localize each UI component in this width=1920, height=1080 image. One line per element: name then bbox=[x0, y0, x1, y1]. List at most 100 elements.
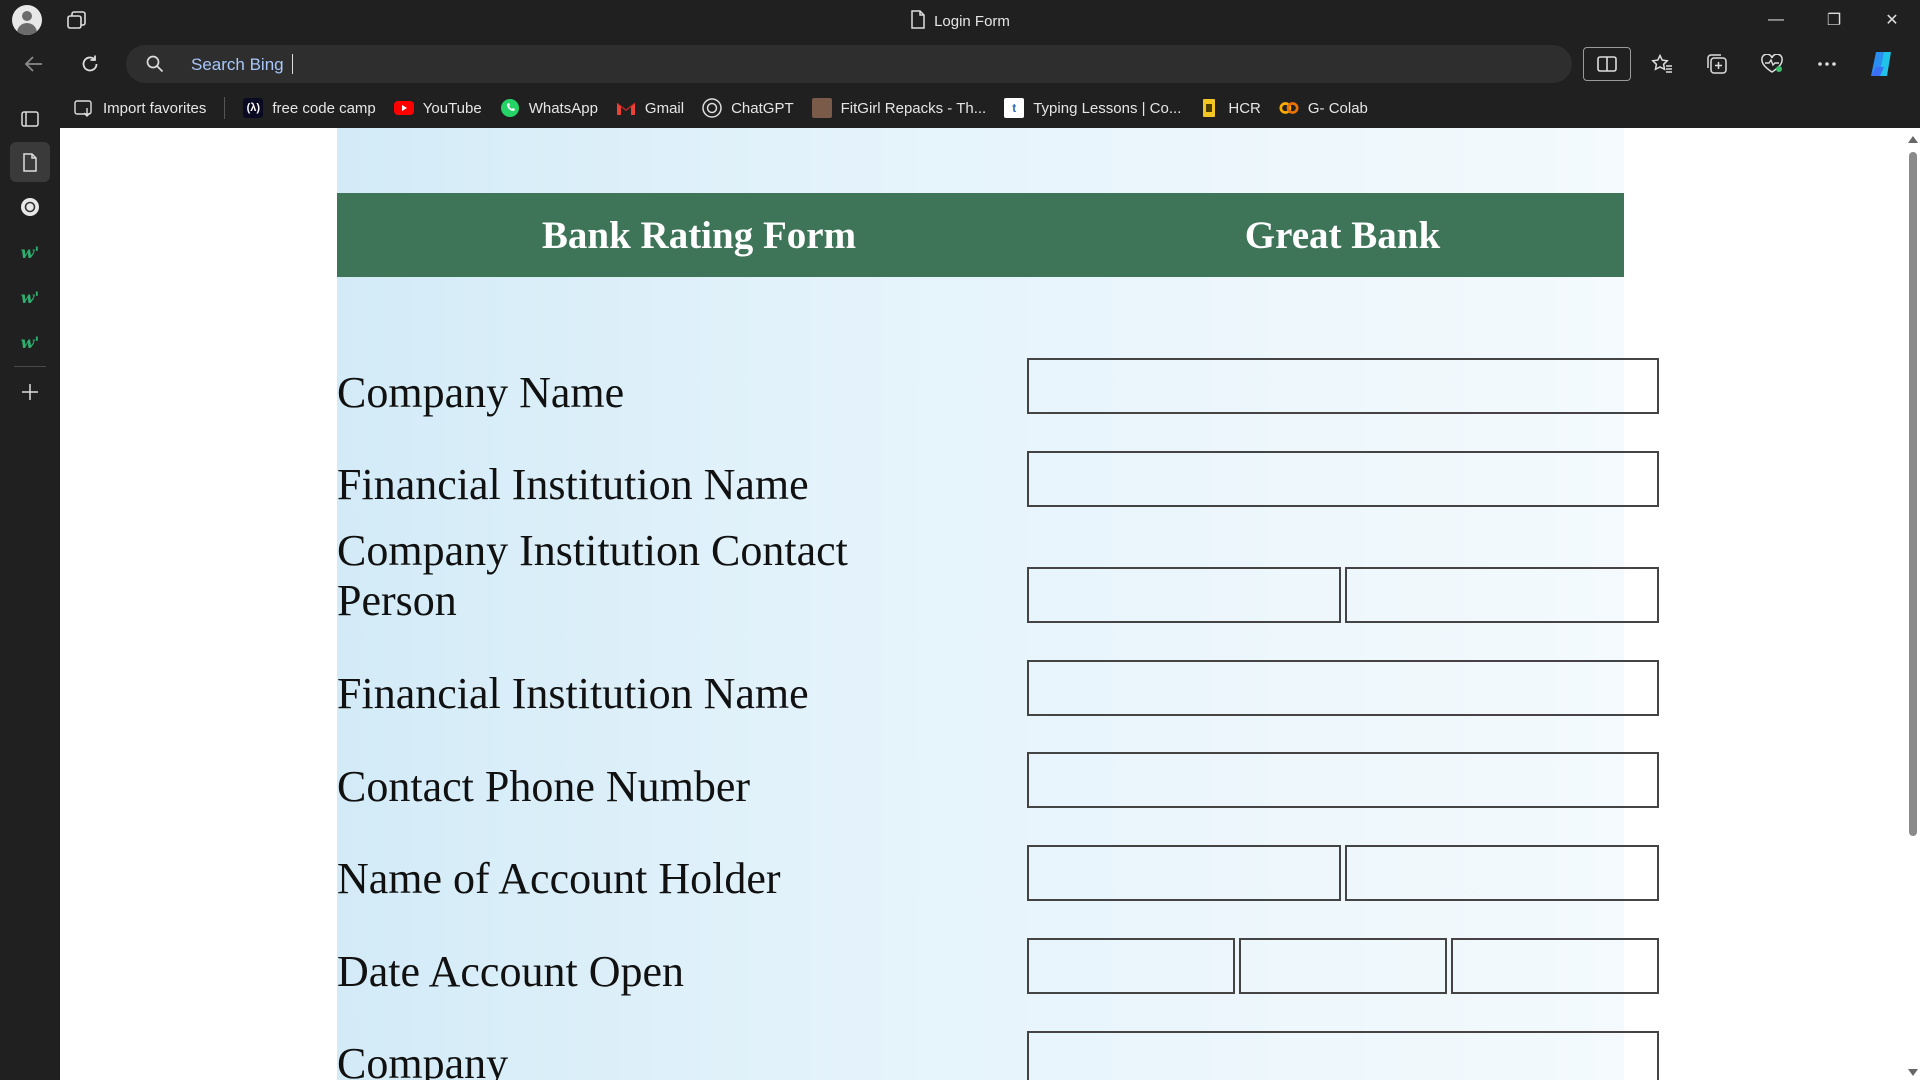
chatgpt-icon bbox=[21, 198, 39, 216]
fitgirl-icon bbox=[811, 98, 832, 118]
financial-institution-name-input[interactable] bbox=[1027, 451, 1659, 507]
split-screen-button[interactable] bbox=[1583, 47, 1631, 81]
browser-essentials-button[interactable] bbox=[1752, 46, 1792, 82]
financial-institution-name-label: Financial Institution Name bbox=[337, 460, 809, 509]
import-icon bbox=[74, 98, 94, 118]
minimize-button[interactable]: — bbox=[1748, 0, 1804, 40]
minimize-icon: — bbox=[1768, 11, 1784, 28]
account-holder-label: Name of Account Holder bbox=[337, 854, 781, 903]
copilot-button[interactable] bbox=[1862, 46, 1902, 82]
plus-icon bbox=[22, 384, 38, 400]
contact-person-first-input[interactable] bbox=[1027, 567, 1341, 623]
w-site-icon: w' bbox=[20, 287, 40, 307]
account-holder-first-input[interactable] bbox=[1027, 845, 1341, 901]
bank-rating-form: Bank Rating Form Great Bank Company Name… bbox=[337, 128, 1659, 1080]
address-placeholder: Search Bing bbox=[191, 55, 284, 74]
favorite-label: Import favorites bbox=[103, 99, 207, 117]
freecodecamp-icon: (λ) bbox=[243, 98, 264, 118]
tab-chatgpt[interactable] bbox=[10, 187, 50, 227]
restore-button[interactable]: ❐ bbox=[1806, 0, 1862, 40]
heart-pulse-icon bbox=[1761, 54, 1783, 73]
company-name-input[interactable] bbox=[1027, 358, 1659, 414]
search-icon bbox=[146, 55, 164, 78]
tab-w-site-3[interactable]: w' bbox=[10, 322, 50, 362]
favorite-youtube[interactable]: YouTube bbox=[393, 98, 482, 118]
collections-icon bbox=[1707, 54, 1727, 74]
colab-icon bbox=[1279, 98, 1299, 118]
favorite-label: WhatsApp bbox=[528, 99, 598, 117]
close-button[interactable]: ✕ bbox=[1864, 0, 1920, 40]
more-options-button[interactable] bbox=[1807, 46, 1847, 82]
favorite-label: Gmail bbox=[644, 99, 685, 117]
date-open-year-input[interactable] bbox=[1451, 938, 1659, 994]
date-open-day-input[interactable] bbox=[1027, 938, 1235, 994]
favorites-bar: Import favorites (λ) free code camp YouT… bbox=[60, 88, 1920, 128]
address-input[interactable]: Search Bing bbox=[191, 54, 293, 75]
typing-icon: t bbox=[1004, 98, 1025, 118]
w-site-icon: w' bbox=[20, 332, 40, 352]
favorite-import[interactable]: Import favorites bbox=[74, 98, 206, 118]
favorite-label: YouTube bbox=[422, 99, 482, 117]
financial-institution-name-input-2[interactable] bbox=[1027, 660, 1659, 716]
refresh-button[interactable] bbox=[72, 48, 108, 80]
vertical-tabs-sidebar: w' w' w' bbox=[0, 88, 60, 1080]
favorite-label: G- Colab bbox=[1307, 99, 1368, 117]
contact-phone-input[interactable] bbox=[1027, 752, 1659, 808]
form-header: Bank Rating Form Great Bank bbox=[337, 193, 1624, 277]
hcr-icon bbox=[1199, 98, 1219, 118]
favorite-label: ChatGPT bbox=[731, 99, 794, 117]
back-arrow-icon bbox=[24, 56, 42, 72]
scroll-up-arrow-icon[interactable] bbox=[1908, 136, 1918, 143]
tab-w-site-2[interactable]: w' bbox=[10, 277, 50, 317]
page-document-icon bbox=[23, 152, 37, 172]
favorites-star-icon bbox=[1651, 54, 1672, 73]
bank-name: Great Bank bbox=[1244, 214, 1441, 257]
collections-button[interactable] bbox=[1697, 46, 1737, 82]
restore-icon: ❐ bbox=[1826, 12, 1842, 29]
favorite-gmail[interactable]: Gmail bbox=[616, 98, 684, 118]
favorites-divider bbox=[224, 97, 226, 119]
contact-phone-label: Contact Phone Number bbox=[337, 762, 751, 811]
title-bar: Login Form — ❐ ✕ bbox=[0, 0, 1920, 40]
tab-login-form[interactable] bbox=[10, 142, 50, 182]
favorite-freecodecamp[interactable]: (λ) free code camp bbox=[243, 98, 376, 118]
favorite-fitgirl[interactable]: FitGirl Repacks - Th... bbox=[811, 98, 987, 118]
scroll-down-arrow-icon[interactable] bbox=[1908, 1069, 1918, 1076]
favorite-hcr[interactable]: HCR bbox=[1199, 98, 1261, 118]
window-title: Login Form bbox=[0, 10, 1920, 33]
whatsapp-icon bbox=[500, 98, 520, 118]
favorite-label: HCR bbox=[1228, 99, 1261, 117]
favorite-label: free code camp bbox=[272, 99, 376, 117]
company-input[interactable] bbox=[1027, 1031, 1659, 1080]
company-name-label: Company Name bbox=[337, 368, 625, 417]
scrollbar-thumb[interactable] bbox=[1909, 152, 1917, 836]
sidebar-divider bbox=[14, 366, 46, 367]
new-tab-button[interactable] bbox=[10, 372, 50, 412]
page-scrollbar[interactable] bbox=[1904, 128, 1920, 1080]
tab-w-site-1[interactable]: w' bbox=[10, 232, 50, 272]
tab-actions-icon bbox=[21, 111, 39, 127]
navigation-bar: Search Bing bbox=[0, 40, 1920, 88]
financial-institution-name-label-2: Financial Institution Name bbox=[337, 669, 809, 718]
address-bar[interactable]: Search Bing bbox=[126, 45, 1572, 83]
window-title-text: Login Form bbox=[934, 13, 1010, 30]
favorite-typing-lessons[interactable]: t Typing Lessons | Co... bbox=[1004, 98, 1181, 118]
more-dots-icon bbox=[1818, 62, 1836, 66]
favorite-chatgpt[interactable]: ChatGPT bbox=[702, 98, 794, 118]
favorites-button[interactable] bbox=[1642, 46, 1682, 82]
page-viewport: Bank Rating Form Great Bank Company Name… bbox=[60, 128, 1904, 1080]
gmail-icon bbox=[616, 98, 636, 118]
date-open-month-input[interactable] bbox=[1239, 938, 1447, 994]
refresh-icon bbox=[82, 55, 98, 72]
favorite-whatsapp[interactable]: WhatsApp bbox=[500, 98, 598, 118]
favorite-colab[interactable]: G- Colab bbox=[1279, 98, 1368, 118]
w-site-icon: w' bbox=[20, 242, 40, 262]
page-document-icon bbox=[910, 10, 926, 33]
close-icon: ✕ bbox=[1885, 12, 1899, 29]
favorite-label: Typing Lessons | Co... bbox=[1033, 99, 1182, 117]
back-button[interactable] bbox=[16, 48, 52, 80]
tab-actions-button[interactable] bbox=[10, 99, 50, 139]
account-holder-last-input[interactable] bbox=[1345, 845, 1659, 901]
contact-person-last-input[interactable] bbox=[1345, 567, 1659, 623]
favorite-label: FitGirl Repacks - Th... bbox=[840, 99, 987, 117]
